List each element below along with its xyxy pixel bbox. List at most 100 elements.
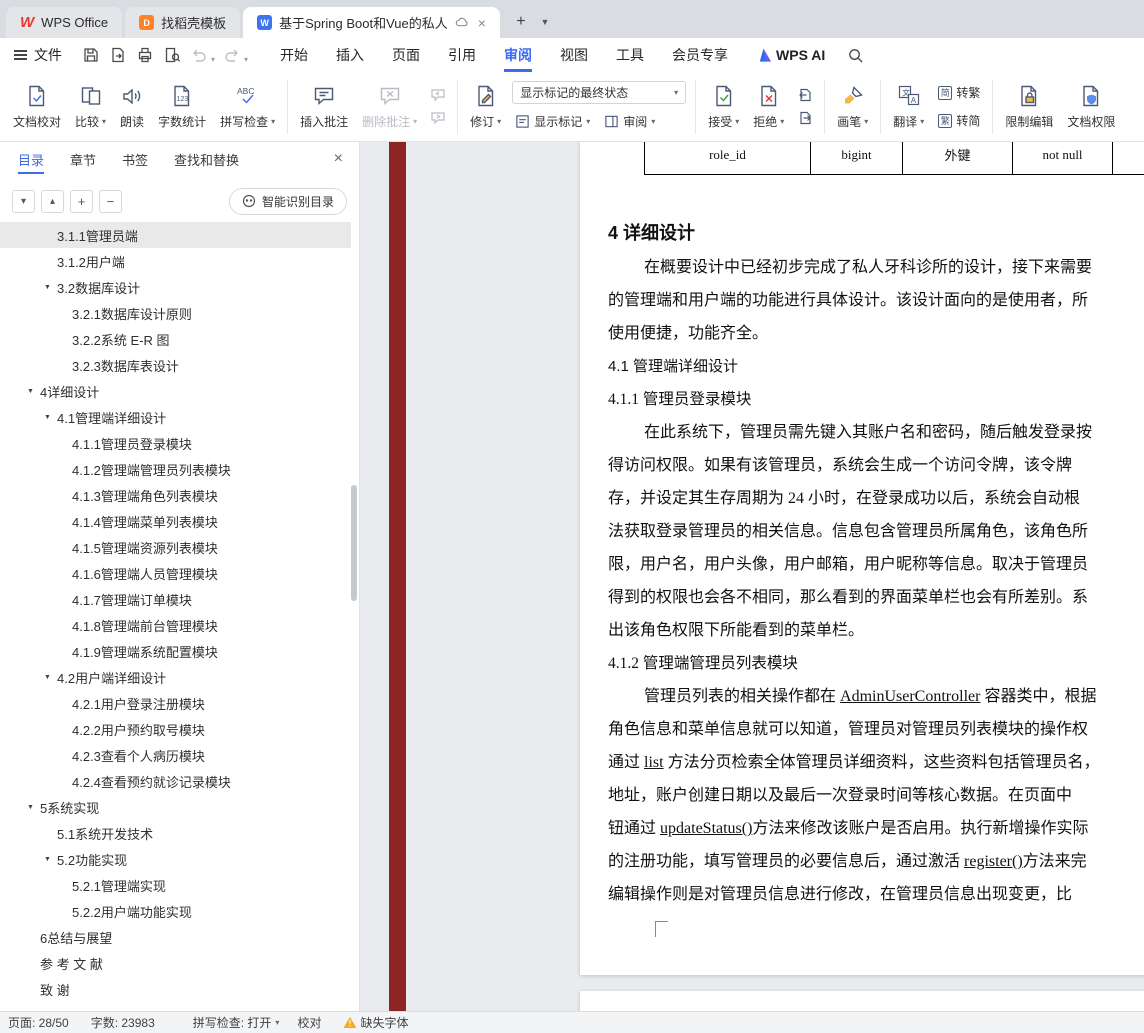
toc-expand-icon[interactable]: ▼ <box>44 414 57 421</box>
pen-button[interactable]: 画笔 ▾ <box>830 76 875 138</box>
close-tab-icon[interactable]: × <box>478 15 486 31</box>
toc-item[interactable]: 致 谢 <box>0 976 351 1002</box>
toc-item[interactable]: 5.2.2用户端功能实现 <box>0 898 351 924</box>
toc-item[interactable]: 3.1.2用户端 <box>0 248 351 274</box>
proofread-status[interactable]: 校对 <box>297 1014 321 1031</box>
toc-item[interactable]: 4.2.3查看个人病历模块 <box>0 742 351 768</box>
toc-expand-icon[interactable]: ▼ <box>27 388 40 395</box>
toc-expand-icon[interactable]: ▼ <box>44 856 57 863</box>
restrict-editing-button[interactable]: 限制编辑 <box>998 76 1060 138</box>
toc-item[interactable]: ▼ 4.2用户端详细设计 <box>0 664 351 690</box>
smart-toc-button[interactable]: 智能识别目录 <box>228 187 347 215</box>
toc-expand-icon[interactable]: ▼ <box>27 804 40 811</box>
sidebar-scrollbar[interactable] <box>351 485 357 601</box>
document-page[interactable]: role_id bigint 外键 not null 4 详细设计 在概要设计中已… <box>580 142 1144 975</box>
redo-button[interactable] <box>219 43 244 67</box>
previous-revision-button[interactable] <box>794 86 816 105</box>
toc-item[interactable]: 4.2.2用户预约取号模块 <box>0 716 351 742</box>
translate-button[interactable]: 文A 翻译 ▾ <box>886 76 931 138</box>
sidebar-tab-bookmarks[interactable]: 书签 <box>122 142 148 180</box>
tab-list-chevron-icon[interactable]: ▼ <box>535 10 555 34</box>
wps-ai-button[interactable]: WPS AI <box>742 47 839 63</box>
close-sidebar-icon[interactable]: × <box>334 150 343 168</box>
spellcheck-status[interactable]: 拼写检查: 打开 ▾ <box>193 1014 280 1031</box>
menu-tab-member[interactable]: 会员专享 <box>658 38 742 72</box>
insert-comment-button[interactable]: 插入批注 <box>293 76 355 138</box>
print-button[interactable] <box>132 43 157 67</box>
menu-tab-insert[interactable]: 插入 <box>322 38 378 72</box>
read-aloud-button[interactable]: 朗读 <box>113 76 151 138</box>
toc-item[interactable]: 4.1.4管理端菜单列表模块 <box>0 508 351 534</box>
toc-item[interactable]: 3.2.2系统 E-R 图 <box>0 326 351 352</box>
toc-item[interactable]: 4.1.3管理端角色列表模块 <box>0 482 351 508</box>
next-revision-button[interactable] <box>794 109 816 128</box>
next-comment-button[interactable] <box>427 109 449 128</box>
zoom-in-outline-button[interactable]: + <box>70 189 93 213</box>
toc-item[interactable]: 4.1.1管理员登录模块 <box>0 430 351 456</box>
toc-item[interactable]: 4.1.5管理端资源列表模块 <box>0 534 351 560</box>
compare-button[interactable]: 比较 ▾ <box>68 76 113 138</box>
doc-permission-button[interactable]: 文档权限 <box>1060 76 1122 138</box>
to-simplified-button[interactable]: 繁 转简 <box>935 110 983 132</box>
menu-tab-home[interactable]: 开始 <box>266 38 322 72</box>
print-preview-button[interactable] <box>159 43 184 67</box>
toc-expand-icon[interactable]: ▼ <box>44 284 57 291</box>
next-page-top[interactable] <box>580 991 1144 1011</box>
previous-comment-button[interactable] <box>427 86 449 105</box>
toc-item[interactable]: 3.1.1管理员端 <box>0 222 351 248</box>
menu-tab-page[interactable]: 页面 <box>378 38 434 72</box>
reject-revision-button[interactable]: 拒绝 ▾ <box>746 76 791 138</box>
toc-item[interactable]: 4.2.4查看预约就诊记录模块 <box>0 768 351 794</box>
export-pdf-button[interactable] <box>105 43 130 67</box>
menu-tab-view[interactable]: 视图 <box>546 38 602 72</box>
search-icon[interactable] <box>847 47 864 64</box>
zoom-out-outline-button[interactable]: − <box>99 189 122 213</box>
spell-check-button[interactable]: ABC 拼写检查 ▾ <box>213 76 282 138</box>
toc-item[interactable]: 4.1.9管理端系统配置模块 <box>0 638 351 664</box>
missing-font-warning[interactable]: 缺失字体 <box>343 1014 408 1031</box>
doc-proofread-button[interactable]: 文档校对 <box>6 76 68 138</box>
tab-docer-templates[interactable]: D 找稻壳模板 <box>125 7 241 38</box>
undo-chevron-icon[interactable]: ▾ <box>211 55 215 64</box>
track-changes-button[interactable]: 修订 ▾ <box>463 76 508 138</box>
toc-item[interactable]: ▼ 4详细设计 <box>0 378 351 404</box>
toc-item[interactable]: 3.2.1数据库设计原则 <box>0 300 351 326</box>
file-menu-button[interactable]: 文件 <box>0 45 72 65</box>
toc-item[interactable]: 4.1.2管理端管理员列表模块 <box>0 456 351 482</box>
toc-item[interactable]: 4.2.1用户登录注册模块 <box>0 690 351 716</box>
save-button[interactable] <box>78 43 103 67</box>
accept-revision-button[interactable]: 接受 ▾ <box>701 76 746 138</box>
toc-item[interactable]: ▼ 5.2功能实现 <box>0 846 351 872</box>
new-tab-button[interactable]: + <box>509 10 533 34</box>
tab-wps-home[interactable]: W WPS Office <box>6 7 123 38</box>
toc-item[interactable]: 4.1.6管理端人员管理模块 <box>0 560 351 586</box>
toc-item[interactable]: 3.2.3数据库表设计 <box>0 352 351 378</box>
menu-tab-review[interactable]: 审阅 <box>490 38 546 72</box>
toc-item[interactable]: 6总结与展望 <box>0 924 351 950</box>
menu-tab-reference[interactable]: 引用 <box>434 38 490 72</box>
toc-item[interactable]: 参 考 文 献 <box>0 950 351 976</box>
undo-button[interactable] <box>186 43 211 67</box>
sidebar-tab-chapters[interactable]: 章节 <box>70 142 96 180</box>
page-indicator[interactable]: 页面: 28/50 <box>8 1014 69 1031</box>
toc-item[interactable]: 5.2.1管理端实现 <box>0 872 351 898</box>
markup-state-select[interactable]: 显示标记的最终状态 ▾ <box>512 81 687 104</box>
show-markup-button[interactable]: 显示标记 ▾ <box>512 110 593 132</box>
toc-item[interactable]: ▼ 4.1管理端详细设计 <box>0 404 351 430</box>
toc-item[interactable]: 5.1系统开发技术 <box>0 820 351 846</box>
sidebar-tab-find-replace[interactable]: 查找和替换 <box>174 142 239 180</box>
word-count-status[interactable]: 字数: 23983 <box>91 1014 155 1031</box>
delete-comment-button[interactable]: 删除批注 ▾ <box>355 76 424 138</box>
toc-item[interactable]: ▼ 5系统实现 <box>0 794 351 820</box>
toc-expand-icon[interactable]: ▼ <box>44 674 57 681</box>
word-count-button[interactable]: 123 字数统计 <box>151 76 213 138</box>
menu-tab-tools[interactable]: 工具 <box>602 38 658 72</box>
toc-item[interactable]: 4.1.8管理端前台管理模块 <box>0 612 351 638</box>
review-pane-button[interactable]: 审阅 ▾ <box>601 110 658 132</box>
toc-item[interactable]: 4.1.7管理端订单模块 <box>0 586 351 612</box>
toc-item[interactable]: ▼ 3.2数据库设计 <box>0 274 351 300</box>
collapse-all-button[interactable]: ▾ <box>12 189 35 213</box>
expand-all-button[interactable]: ▴ <box>41 189 64 213</box>
to-traditional-button[interactable]: 简 转繁 <box>935 82 983 104</box>
tab-current-document[interactable]: W 基于Spring Boot和Vue的私人 × <box>243 7 500 38</box>
